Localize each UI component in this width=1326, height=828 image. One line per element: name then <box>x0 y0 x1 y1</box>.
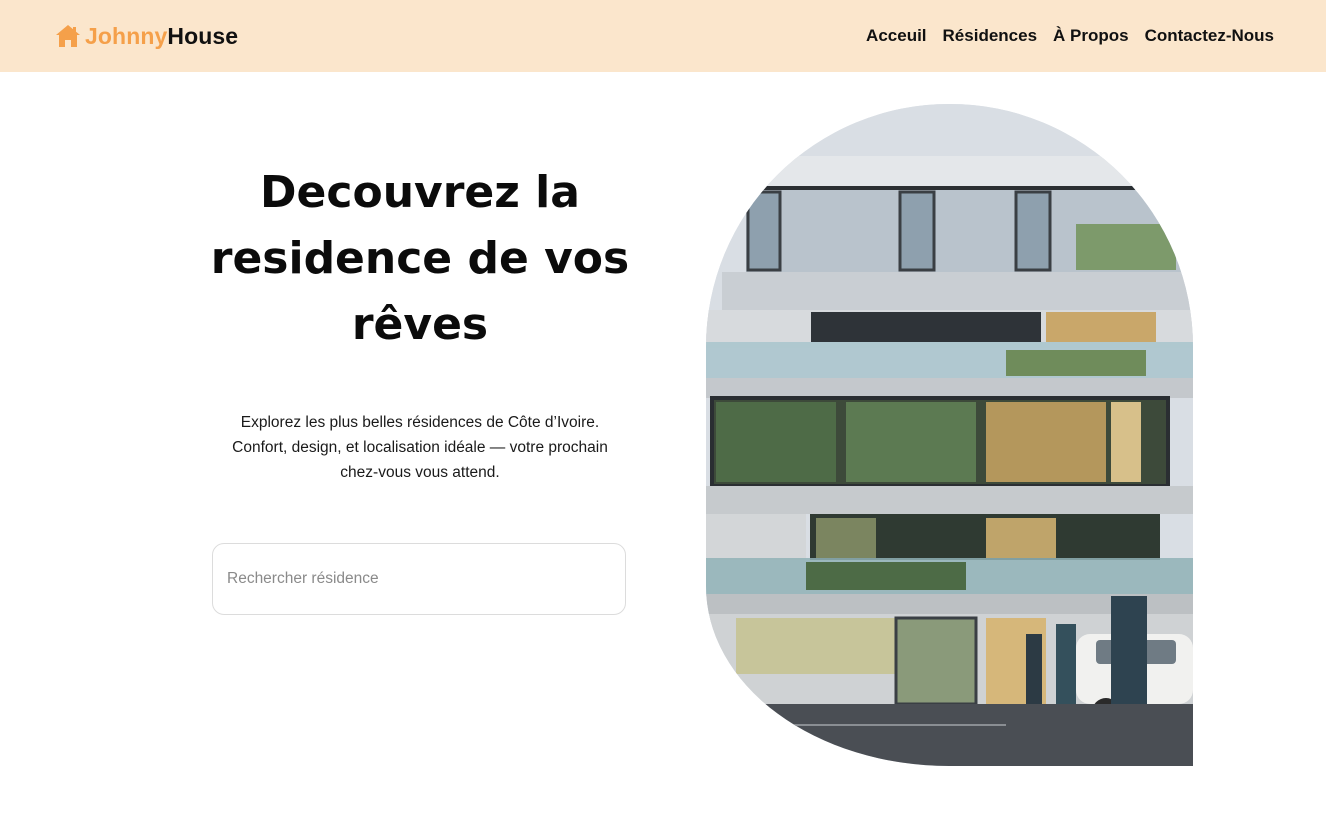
residence-image <box>706 104 1193 766</box>
search-box <box>212 543 626 615</box>
nav-links: Acceuil Résidences À Propos Contactez-No… <box>866 26 1274 46</box>
nav-link-a-propos[interactable]: À Propos <box>1053 26 1129 46</box>
hero-title-line: rêves <box>351 299 489 350</box>
hero-text: Decouvrez la residence de vos rêves Expl… <box>190 160 650 485</box>
hero-title-line: residence de vos <box>210 233 630 284</box>
logo-text-johnny: Johnny <box>85 22 168 49</box>
hero-description-line: Confort, design, et localisation idéale … <box>232 439 608 456</box>
hero-title: Decouvrez la residence de vos rêves <box>190 160 650 358</box>
hero-title-line: Decouvrez la <box>260 167 580 218</box>
hero-description: Explorez les plus belles résidences de C… <box>190 410 650 485</box>
logo[interactable]: Johnny House <box>54 23 238 50</box>
hero-description-line: Explorez les plus belles résidences de C… <box>240 414 600 431</box>
search-input[interactable] <box>227 570 611 588</box>
navbar: Johnny House Acceuil Résidences À Propos… <box>0 0 1326 72</box>
logo-text-house: House <box>167 22 239 49</box>
house-icon <box>54 23 82 49</box>
nav-link-residences[interactable]: Résidences <box>943 26 1038 46</box>
hero-description-line: chez-vous vous attend. <box>340 464 500 481</box>
nav-link-accueil[interactable]: Acceuil <box>866 26 926 46</box>
nav-link-contact[interactable]: Contactez-Nous <box>1145 26 1274 46</box>
